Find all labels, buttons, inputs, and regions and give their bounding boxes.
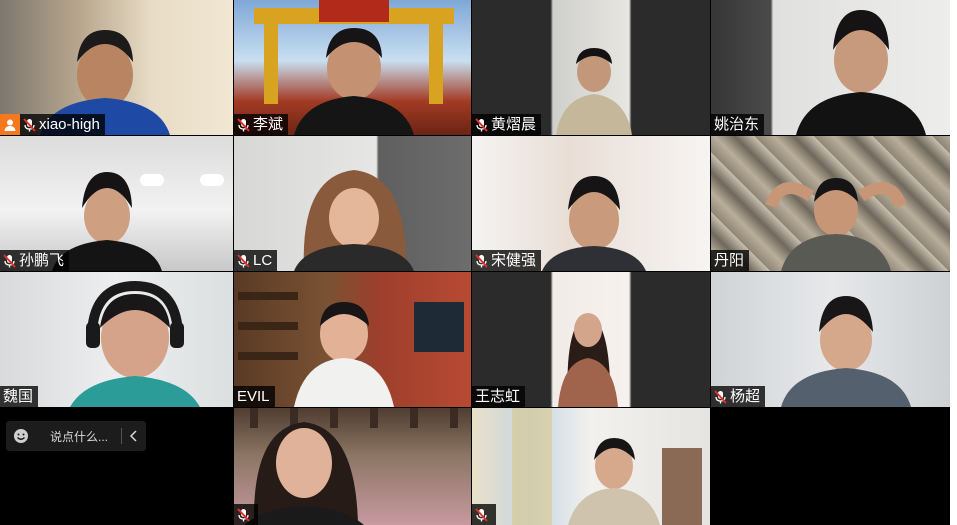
participant-tile[interactable]: LC [234, 136, 471, 271]
name-tag: 王志虹 [472, 386, 526, 407]
name-tag: 李斌 [234, 114, 289, 135]
participant-name: 丹阳 [714, 252, 745, 269]
participant-tile[interactable] [472, 408, 710, 525]
participant-tile[interactable]: 丹阳 [711, 136, 950, 271]
participant-tile[interactable]: 王志虹 [472, 272, 710, 407]
participant-name: xiao-high [39, 116, 100, 133]
participant-tile[interactable]: 李斌 [234, 0, 471, 135]
participant-name: 魏国 [3, 388, 34, 405]
participant-tile[interactable]: 杨超 [711, 272, 950, 407]
participant-name: 杨超 [730, 388, 761, 405]
name-tag: 黄熠晨 [472, 114, 542, 135]
participant-video [512, 408, 702, 525]
mic-muted-icon [23, 117, 36, 132]
chat-input[interactable]: 说点什么... [36, 428, 121, 445]
mic-muted-icon [714, 389, 727, 404]
participant-name: 王志虹 [475, 388, 521, 405]
mic-muted-icon [475, 507, 488, 522]
name-tag: 姚治东 [711, 114, 765, 135]
mic-muted-icon [3, 253, 16, 268]
name-tag [472, 504, 496, 525]
participant-tile[interactable]: 姚治东 [711, 0, 950, 135]
name-tag: 魏国 [0, 386, 39, 407]
participant-name: 宋健强 [491, 252, 537, 269]
name-tag: 孙鹏飞 [0, 250, 70, 271]
participant-name: 黄熠晨 [491, 116, 537, 133]
mic-muted-icon [237, 117, 250, 132]
mic-muted-icon [237, 507, 250, 522]
participant-video [244, 408, 458, 525]
name-tag: 丹阳 [711, 250, 750, 271]
participant-tile[interactable]: xiao-high [0, 0, 233, 135]
participant-name: LC [253, 252, 273, 269]
smiley-icon[interactable] [6, 428, 36, 444]
participant-tile[interactable]: 孙鹏飞 [0, 136, 233, 271]
video-grid: xiao-high 李斌 黄熠晨 姚治东 孙鹏飞 LC 宋健强 丹阳 魏国 EV… [0, 0, 957, 525]
participant-tile[interactable]: 宋健强 [472, 136, 710, 271]
name-tag: 宋健强 [472, 250, 542, 271]
person-icon [0, 114, 20, 135]
name-tag: EVIL [234, 386, 275, 407]
name-tag: 杨超 [711, 386, 766, 407]
participant-tile[interactable] [234, 408, 471, 525]
participant-tile[interactable]: 魏国 [0, 272, 233, 407]
chevron-left-icon[interactable] [122, 430, 146, 442]
mic-muted-icon [475, 117, 488, 132]
name-tag [234, 504, 258, 525]
participant-name: 李斌 [253, 116, 284, 133]
chat-input-bar[interactable]: 说点什么... [6, 421, 146, 451]
mic-muted-icon [237, 253, 250, 268]
participant-tile[interactable]: EVIL [234, 272, 471, 407]
participant-name: 姚治东 [714, 116, 760, 133]
participant-tile[interactable]: 黄熠晨 [472, 0, 710, 135]
mic-muted-icon [475, 253, 488, 268]
participant-name: EVIL [237, 388, 270, 405]
name-tag: LC [234, 250, 278, 271]
window-edge [950, 0, 957, 525]
participant-name: 孙鹏飞 [19, 252, 65, 269]
name-tag: xiao-high [0, 114, 105, 135]
